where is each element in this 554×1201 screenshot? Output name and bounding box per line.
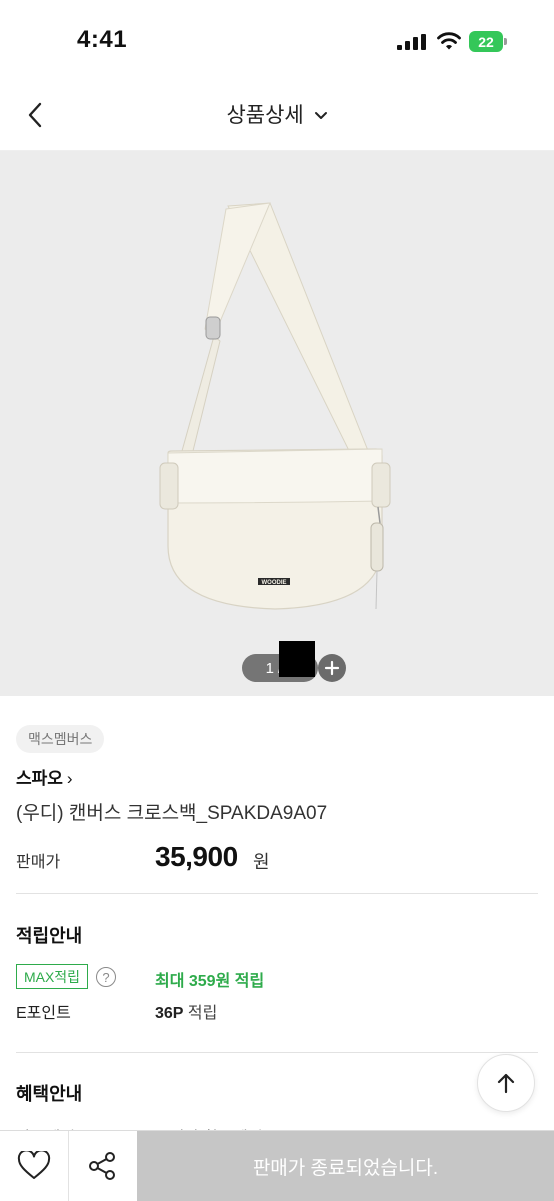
status-time: 4:41 [77, 26, 128, 53]
page-title: 상품상세 [226, 104, 304, 127]
brand-link[interactable]: 스파오 › [16, 764, 73, 789]
chevron-down-icon [314, 112, 327, 120]
epoint-amount: 36P [155, 1005, 184, 1022]
share-button[interactable] [68, 1131, 136, 1201]
plus-icon [324, 660, 340, 676]
black-overlay-square [279, 641, 315, 677]
product-image: WOODIE [159, 202, 391, 610]
wifi-icon [437, 32, 461, 50]
sold-out-button: 판매가 종료되었습니다. [137, 1131, 554, 1201]
chevron-right-icon: › [66, 769, 73, 788]
top-nav-bar: 상품상세 [0, 80, 554, 151]
battery-level: 22 [469, 31, 503, 52]
price-label: 판매가 [16, 854, 61, 871]
share-icon [89, 1152, 115, 1180]
brand-name: 스파오 [16, 769, 63, 788]
page-title-dropdown[interactable]: 상품상세 [0, 99, 554, 129]
product-name: (우디) 캔버스 크로스백_SPAKDA9A07 [16, 803, 328, 824]
member-badge: 맥스멤버스 [16, 725, 105, 753]
pager-current: 1 [265, 659, 274, 677]
scroll-to-top-button[interactable] [477, 1054, 535, 1112]
battery-indicator: 22 [469, 31, 509, 52]
bag-logo: WOODIE [262, 580, 287, 586]
bottom-action-bar: 판매가 종료되었습니다. [0, 1130, 554, 1201]
arrow-up-icon [497, 1073, 515, 1094]
epoint-value: 36P 적립 [155, 999, 217, 1023]
status-bar: 4:41 22 [0, 0, 554, 80]
divider [16, 893, 538, 894]
price-value: 35,900 [155, 841, 238, 872]
zoom-button[interactable] [318, 654, 346, 682]
points-heading: 적립안내 [16, 926, 83, 946]
epoint-suffix: 적립 [187, 1005, 218, 1022]
benefits-heading: 혜택안내 [16, 1084, 83, 1104]
divider [16, 1052, 538, 1053]
product-image-gallery[interactable]: WOODIE 1/5 [0, 151, 554, 696]
max-points-badge: MAX적립 [16, 964, 88, 989]
max-points-value: 최대 359원 적립 [155, 973, 265, 990]
epoint-label: E포인트 [16, 1005, 71, 1022]
battery-tip [504, 38, 507, 45]
price-unit: 원 [253, 852, 270, 872]
wishlist-button[interactable] [0, 1131, 69, 1201]
heart-icon [17, 1151, 51, 1179]
help-icon[interactable]: ? [96, 967, 116, 987]
cellular-signal-icon [397, 34, 426, 50]
